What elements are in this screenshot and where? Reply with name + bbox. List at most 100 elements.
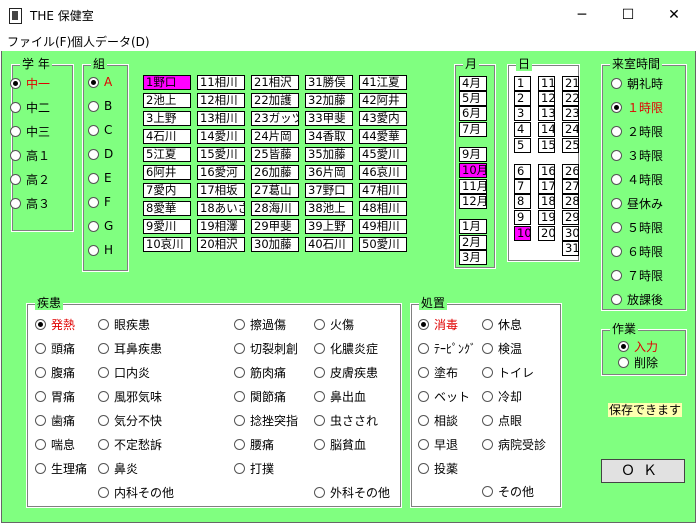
student-cell[interactable]: 31勝俣: [305, 75, 353, 90]
day-cell[interactable]: 11: [538, 76, 555, 91]
treatment-option[interactable]: トイレ: [482, 364, 534, 381]
day-cell[interactable]: 7: [514, 179, 531, 194]
period-option[interactable]: 朝礼時: [611, 75, 663, 92]
radio-button-icon[interactable]: [611, 246, 622, 257]
radio-button-icon[interactable]: [314, 439, 325, 450]
illness-option[interactable]: 捻挫突指: [234, 412, 298, 429]
period-option[interactable]: ７時限: [611, 267, 663, 284]
illness-option[interactable]: 不定愁訴: [98, 436, 162, 453]
illness-option[interactable]: 虫さされ: [314, 412, 378, 429]
student-cell[interactable]: 47相川: [359, 183, 407, 198]
radio-button-icon[interactable]: [618, 341, 629, 352]
radio-button-icon[interactable]: [418, 391, 429, 402]
student-cell[interactable]: 30加藤: [251, 237, 299, 252]
radio-button-icon[interactable]: [418, 343, 429, 354]
student-cell[interactable]: 11相川: [197, 75, 245, 90]
treatment-option[interactable]: 早退: [418, 436, 458, 453]
student-cell[interactable]: 44愛華: [359, 129, 407, 144]
radio-button-icon[interactable]: [611, 102, 622, 113]
student-cell[interactable]: 37野口: [305, 183, 353, 198]
radio-button-icon[interactable]: [611, 174, 622, 185]
radio-button-icon[interactable]: [234, 391, 245, 402]
radio-button-icon[interactable]: [314, 319, 325, 330]
radio-button-icon[interactable]: [98, 367, 109, 378]
day-cell[interactable]: 19: [538, 210, 555, 225]
illness-option[interactable]: 火傷: [314, 316, 354, 333]
period-option[interactable]: １時限: [611, 99, 663, 116]
radio-button-icon[interactable]: [234, 319, 245, 330]
radio-button-icon[interactable]: [611, 198, 622, 209]
radio-button-icon[interactable]: [35, 463, 46, 474]
day-cell[interactable]: 8: [514, 194, 531, 209]
student-cell[interactable]: 20相沢: [197, 237, 245, 252]
day-cell[interactable]: 16: [538, 164, 555, 179]
student-cell[interactable]: 48相川: [359, 201, 407, 216]
radio-button-icon[interactable]: [611, 78, 622, 89]
illness-option[interactable]: 化膿炎症: [314, 340, 378, 357]
student-cell[interactable]: 19相澤: [197, 219, 245, 234]
student-cell[interactable]: 3上野: [143, 111, 191, 126]
radio-button-icon[interactable]: [611, 222, 622, 233]
radio-button-icon[interactable]: [35, 415, 46, 426]
student-cell[interactable]: 23ガッツ: [251, 111, 299, 126]
grade-option[interactable]: 高２: [10, 171, 50, 188]
radio-button-icon[interactable]: [234, 439, 245, 450]
day-cell[interactable]: 18: [538, 194, 555, 209]
radio-button-icon[interactable]: [88, 148, 99, 160]
day-cell[interactable]: 17: [538, 179, 555, 194]
radio-button-icon[interactable]: [482, 367, 493, 378]
illness-option[interactable]: 関節痛: [234, 388, 286, 405]
period-option[interactable]: 昼休み: [611, 195, 663, 212]
month-cell[interactable]: 3月: [459, 250, 487, 265]
radio-button-icon[interactable]: [98, 391, 109, 402]
radio-button-icon[interactable]: [10, 126, 21, 137]
student-cell[interactable]: 21相沢: [251, 75, 299, 90]
day-cell[interactable]: 6: [514, 164, 531, 179]
radio-button-icon[interactable]: [418, 463, 429, 474]
treatment-option[interactable]: 消毒: [418, 316, 458, 333]
month-cell[interactable]: 1月: [459, 219, 487, 234]
student-cell[interactable]: 26加藤: [251, 165, 299, 180]
month-cell[interactable]: 7月: [459, 122, 487, 137]
radio-button-icon[interactable]: [611, 150, 622, 161]
day-cell[interactable]: 24: [562, 122, 579, 137]
illness-option[interactable]: 胃痛: [35, 388, 75, 405]
treatment-option[interactable]: 投薬: [418, 460, 458, 477]
month-cell[interactable]: 9月: [459, 147, 487, 162]
radio-button-icon[interactable]: [234, 463, 245, 474]
day-cell[interactable]: 28: [562, 194, 579, 209]
student-cell[interactable]: 34香取: [305, 129, 353, 144]
day-cell[interactable]: 1: [514, 76, 531, 91]
radio-button-icon[interactable]: [418, 367, 429, 378]
student-cell[interactable]: 50愛川: [359, 237, 407, 252]
radio-button-icon[interactable]: [611, 294, 622, 305]
radio-button-icon[interactable]: [482, 439, 493, 450]
day-cell[interactable]: 4: [514, 122, 531, 137]
radio-button-icon[interactable]: [98, 463, 109, 474]
illness-option[interactable]: 眼疾患: [98, 316, 150, 333]
maximize-button[interactable]: ☐: [605, 0, 651, 31]
radio-button-icon[interactable]: [314, 487, 325, 498]
month-cell[interactable]: 5月: [459, 91, 487, 106]
radio-button-icon[interactable]: [234, 415, 245, 426]
day-cell[interactable]: 12: [538, 91, 555, 106]
radio-button-icon[interactable]: [35, 343, 46, 354]
day-cell[interactable]: 27: [562, 179, 579, 194]
student-cell[interactable]: 9愛川: [143, 219, 191, 234]
grade-option[interactable]: 中三: [10, 123, 50, 140]
student-cell[interactable]: 4石川: [143, 129, 191, 144]
month-cell[interactable]: 11月: [459, 179, 487, 194]
student-cell[interactable]: 15愛川: [197, 147, 245, 162]
illness-option[interactable]: 耳鼻疾患: [98, 340, 162, 357]
student-cell[interactable]: 13相川: [197, 111, 245, 126]
grade-option[interactable]: 高１: [10, 147, 50, 164]
radio-button-icon[interactable]: [98, 487, 109, 498]
student-cell[interactable]: 16愛河: [197, 165, 245, 180]
period-option[interactable]: 放課後: [611, 291, 663, 308]
illness-option[interactable]: 生理痛: [35, 460, 87, 477]
illness-option[interactable]: 鼻炎: [98, 460, 138, 477]
illness-option[interactable]: 喘息: [35, 436, 75, 453]
radio-button-icon[interactable]: [10, 150, 21, 161]
student-cell[interactable]: 8愛華: [143, 201, 191, 216]
day-cell[interactable]: 15: [538, 138, 555, 153]
